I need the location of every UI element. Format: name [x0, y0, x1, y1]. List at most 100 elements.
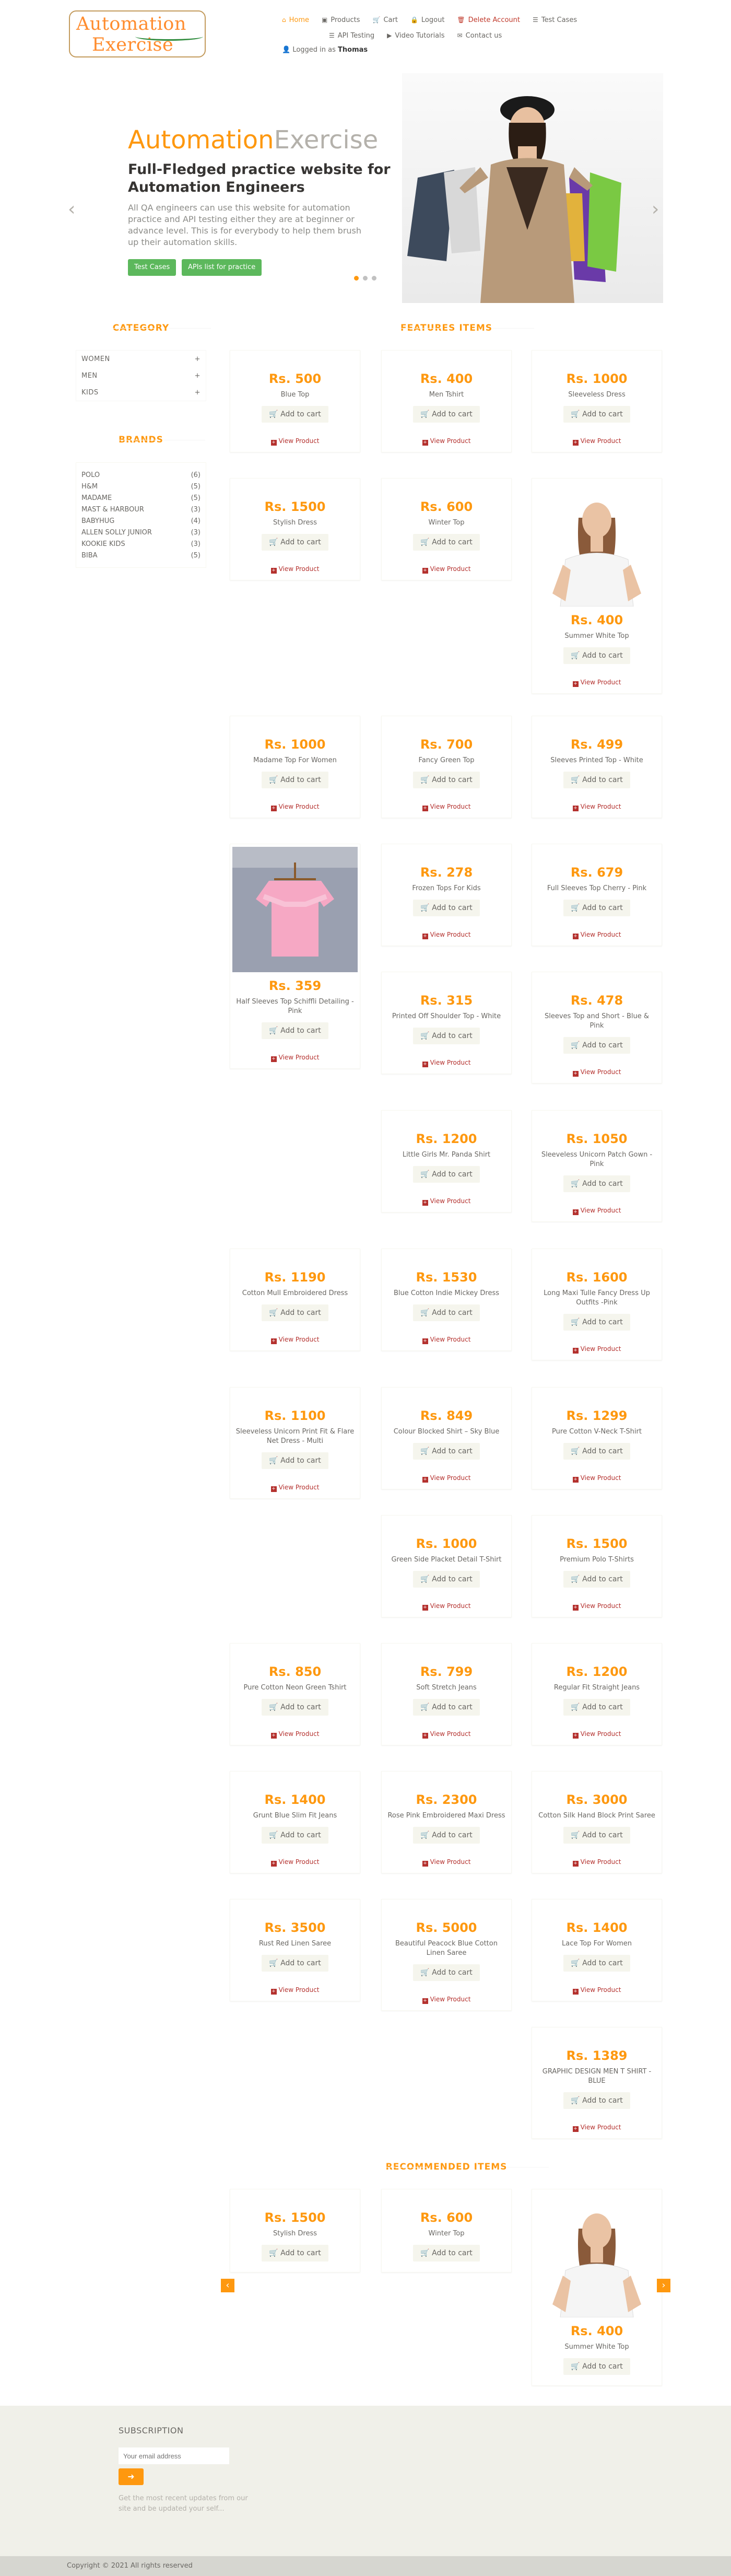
add-to-cart-button[interactable]: 🛒 Add to cart: [413, 1304, 480, 1321]
category-men[interactable]: MEN +: [76, 367, 206, 384]
site-logo[interactable]: Automation Exercise: [69, 10, 206, 57]
category-women[interactable]: WOMEN +: [76, 351, 206, 367]
view-product-link[interactable]: + View Product: [382, 931, 511, 939]
add-to-cart-button[interactable]: 🛒 Add to cart: [563, 1699, 630, 1716]
add-to-cart-button[interactable]: 🛒 Add to cart: [563, 2358, 630, 2375]
add-to-cart-button[interactable]: 🛒 Add to cart: [413, 1028, 480, 1044]
view-product-link[interactable]: + View Product: [230, 1484, 360, 1492]
add-to-cart-button[interactable]: 🛒 Add to cart: [262, 1955, 328, 1972]
carousel-dot-1[interactable]: [354, 276, 359, 281]
brand-item[interactable]: H&M (5): [81, 481, 201, 492]
carousel-prev-icon[interactable]: ‹: [68, 199, 75, 220]
add-to-cart-button[interactable]: 🛒 Add to cart: [563, 406, 630, 423]
nav-video-tutorials[interactable]: ▶ Video Tutorials: [387, 30, 444, 41]
brand-item[interactable]: BIBA (5): [81, 550, 201, 561]
brand-item[interactable]: BABYHUG (4): [81, 515, 201, 527]
nav-delete-account[interactable]: 🗑 Delete Account: [457, 15, 520, 25]
view-product-link[interactable]: + View Product: [230, 803, 360, 811]
carousel-dot-2[interactable]: [363, 276, 368, 281]
brand-item[interactable]: MAST & HARBOUR (3): [81, 504, 201, 515]
brand-item[interactable]: KOOKIE KIDS (3): [81, 538, 201, 550]
add-to-cart-button[interactable]: 🛒 Add to cart: [413, 534, 480, 551]
view-product-link[interactable]: + View Product: [532, 1068, 662, 1077]
add-to-cart-button[interactable]: 🛒 Add to cart: [413, 1443, 480, 1460]
add-to-cart-button[interactable]: 🛒 Add to cart: [563, 1571, 630, 1588]
subscribe-email-input[interactable]: [119, 2447, 229, 2464]
add-to-cart-button[interactable]: 🛒 Add to cart: [413, 1827, 480, 1844]
nav-home[interactable]: ⌂ Home: [282, 15, 309, 25]
add-to-cart-button[interactable]: 🛒 Add to cart: [413, 2245, 480, 2262]
add-to-cart-button[interactable]: 🛒 Add to cart: [563, 772, 630, 788]
add-to-cart-button[interactable]: 🛒 Add to cart: [262, 1022, 328, 1039]
add-to-cart-button[interactable]: 🛒 Add to cart: [563, 1443, 630, 1460]
carousel-dot-3[interactable]: [372, 276, 376, 281]
add-to-cart-button[interactable]: 🛒 Add to cart: [563, 1827, 630, 1844]
view-product-link[interactable]: + View Product: [532, 1858, 662, 1867]
subscribe-button[interactable]: ➜: [119, 2468, 144, 2485]
test-cases-button[interactable]: Test Cases: [128, 259, 176, 276]
nav-contact[interactable]: ✉ Contact us: [457, 30, 502, 41]
view-product-link[interactable]: + View Product: [532, 803, 662, 811]
add-to-cart-button[interactable]: 🛒 Add to cart: [262, 1452, 328, 1469]
view-product-link[interactable]: + View Product: [230, 1054, 360, 1062]
nav-cart[interactable]: 🛒 Cart: [373, 15, 398, 25]
add-to-cart-button[interactable]: 🛒 Add to cart: [563, 647, 630, 664]
category-kids[interactable]: KIDS +: [76, 384, 206, 401]
add-to-cart-button[interactable]: 🛒 Add to cart: [563, 1314, 630, 1331]
view-product-link[interactable]: + View Product: [230, 1986, 360, 1995]
view-product-link[interactable]: + View Product: [382, 1730, 511, 1739]
view-product-link[interactable]: + View Product: [532, 1730, 662, 1739]
view-product-link[interactable]: + View Product: [532, 679, 662, 687]
add-to-cart-button[interactable]: 🛒 Add to cart: [413, 900, 480, 916]
add-to-cart-button[interactable]: 🛒 Add to cart: [413, 1166, 480, 1183]
view-product-link[interactable]: + View Product: [382, 1336, 511, 1344]
view-product-link[interactable]: + View Product: [382, 1858, 511, 1867]
view-product-link[interactable]: + View Product: [382, 1996, 511, 2004]
nav-api-testing[interactable]: ☰ API Testing: [329, 30, 374, 41]
brand-item[interactable]: MADAME (5): [81, 492, 201, 504]
recommended-next-icon[interactable]: ›: [657, 2279, 670, 2292]
add-to-cart-button[interactable]: 🛒 Add to cart: [563, 900, 630, 916]
view-product-link[interactable]: + View Product: [382, 1059, 511, 1067]
brand-item[interactable]: ALLEN SOLLY JUNIOR (3): [81, 527, 201, 538]
add-to-cart-button[interactable]: 🛒 Add to cart: [262, 2245, 328, 2262]
add-to-cart-button[interactable]: 🛒 Add to cart: [413, 772, 480, 788]
add-to-cart-button[interactable]: 🛒 Add to cart: [262, 1699, 328, 1716]
view-product-link[interactable]: + View Product: [532, 1602, 662, 1611]
add-to-cart-button[interactable]: 🛒 Add to cart: [262, 1304, 328, 1321]
add-to-cart-button[interactable]: 🛒 Add to cart: [563, 2092, 630, 2109]
carousel-next-icon[interactable]: ›: [652, 199, 659, 220]
nav-products[interactable]: ▣ Products: [322, 15, 360, 25]
view-product-link[interactable]: + View Product: [382, 1197, 511, 1206]
view-product-link[interactable]: + View Product: [532, 437, 662, 446]
view-product-link[interactable]: + View Product: [532, 931, 662, 939]
add-to-cart-button[interactable]: 🛒 Add to cart: [262, 1827, 328, 1844]
nav-logout[interactable]: 🔒 Logout: [410, 15, 444, 25]
add-to-cart-button[interactable]: 🛒 Add to cart: [413, 406, 480, 423]
view-product-link[interactable]: + View Product: [532, 1986, 662, 1995]
view-product-link[interactable]: + View Product: [532, 1207, 662, 1215]
add-to-cart-button[interactable]: 🛒 Add to cart: [262, 406, 328, 423]
view-product-link[interactable]: + View Product: [532, 1474, 662, 1483]
apis-list-button[interactable]: APIs list for practice: [182, 259, 262, 276]
add-to-cart-button[interactable]: 🛒 Add to cart: [563, 1037, 630, 1054]
view-product-link[interactable]: + View Product: [532, 1345, 662, 1354]
view-product-link[interactable]: + View Product: [382, 803, 511, 811]
add-to-cart-button[interactable]: 🛒 Add to cart: [563, 1955, 630, 1972]
add-to-cart-button[interactable]: 🛒 Add to cart: [563, 1175, 630, 1192]
view-product-link[interactable]: + View Product: [230, 565, 360, 574]
nav-test-cases[interactable]: ☰ Test Cases: [533, 15, 577, 25]
add-to-cart-button[interactable]: 🛒 Add to cart: [262, 772, 328, 788]
view-product-link[interactable]: + View Product: [382, 1602, 511, 1611]
view-product-link[interactable]: + View Product: [532, 2124, 662, 2132]
view-product-link[interactable]: + View Product: [382, 1474, 511, 1483]
add-to-cart-button[interactable]: 🛒 Add to cart: [413, 1699, 480, 1716]
recommended-prev-icon[interactable]: ‹: [221, 2279, 234, 2292]
view-product-link[interactable]: + View Product: [230, 1730, 360, 1739]
add-to-cart-button[interactable]: 🛒 Add to cart: [413, 1964, 480, 1981]
view-product-link[interactable]: + View Product: [382, 565, 511, 574]
view-product-link[interactable]: + View Product: [230, 437, 360, 446]
view-product-link[interactable]: + View Product: [382, 437, 511, 446]
brand-item[interactable]: POLO (6): [81, 469, 201, 481]
view-product-link[interactable]: + View Product: [230, 1858, 360, 1867]
